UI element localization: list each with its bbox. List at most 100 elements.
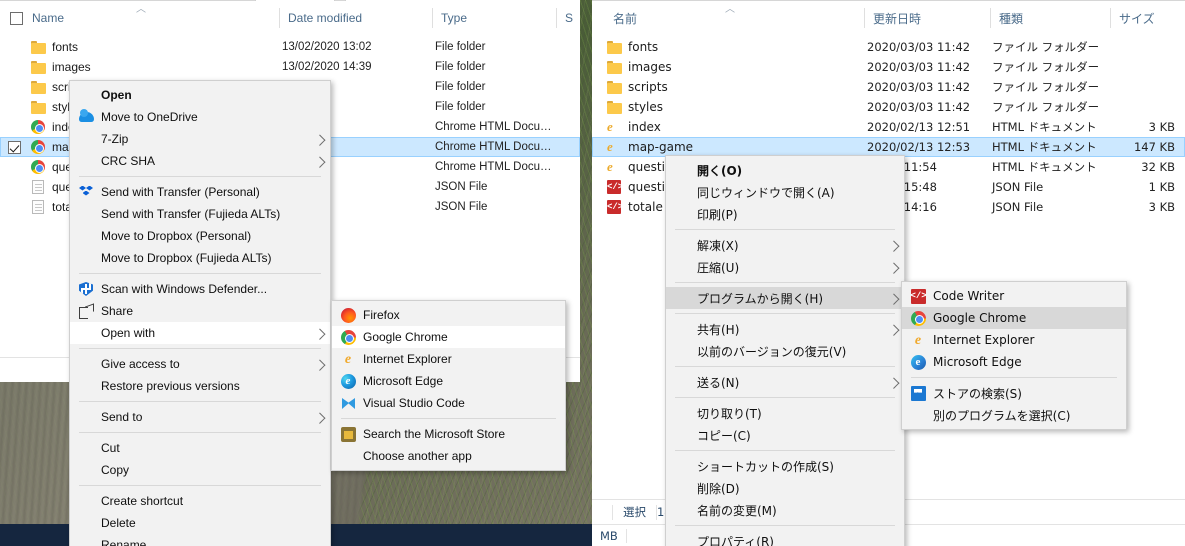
row-icon-cell — [28, 40, 48, 54]
folder-icon — [606, 100, 622, 114]
menu-item[interactable]: CRC SHA — [70, 150, 330, 172]
column-header-size[interactable]: S — [556, 1, 573, 35]
file-date-modified: 2020/03/03 11:42 — [867, 80, 971, 94]
menu-item[interactable]: コピー(C) — [666, 424, 904, 446]
menu-separator — [79, 485, 321, 486]
folder-icon — [606, 60, 622, 74]
menu-item-label: Move to Dropbox (Personal) — [101, 229, 252, 243]
chevron-right-icon — [314, 412, 326, 424]
row-icon-cell — [28, 200, 48, 214]
menu-item[interactable]: ストアの検索(S) — [902, 382, 1126, 404]
menu-item[interactable]: 解凍(X) — [666, 234, 904, 256]
menu-item[interactable]: Create shortcut — [70, 490, 330, 512]
menu-item[interactable]: e Microsoft Edge — [332, 370, 565, 392]
row-checkbox-cell[interactable] — [0, 140, 28, 154]
menu-item[interactable]: 別のプログラムを選択(C) — [902, 404, 1126, 426]
context-menu-english[interactable]: Open Move to OneDrive 7-Zip CRC SHA Send wit… — [69, 80, 331, 546]
column-header-type[interactable]: Type — [432, 1, 467, 35]
menu-item[interactable]: 名前の変更(M) — [666, 499, 904, 521]
menu-item[interactable]: Share — [70, 300, 330, 322]
menu-item-label: Choose another app — [363, 449, 472, 463]
menu-item[interactable]: Give access to — [70, 353, 330, 375]
chrome-icon — [31, 160, 45, 174]
row-icon-cell — [604, 40, 624, 54]
menu-item[interactable]: プロパティ(R) — [666, 530, 904, 546]
column-header-name[interactable]: Name — [23, 1, 64, 35]
menu-separator — [79, 348, 321, 349]
menu-item[interactable]: Visual Studio Code — [332, 392, 565, 414]
menu-item[interactable]: Move to Dropbox (Fujieda ALTs) — [70, 247, 330, 269]
menu-item[interactable]: Firefox — [332, 304, 565, 326]
ie-icon: e — [344, 351, 352, 367]
sort-ascending-caret-jp: ︿ — [725, 4, 735, 15]
table-row[interactable]: scripts 2020/03/03 11:42 ファイル フォルダー — [592, 77, 1185, 97]
menu-item[interactable]: e Microsoft Edge — [902, 351, 1126, 373]
table-row[interactable]: images 2020/03/03 11:42 ファイル フォルダー — [592, 57, 1185, 77]
menu-item[interactable]: Rename — [70, 534, 330, 546]
menu-item[interactable]: Send to — [70, 406, 330, 428]
menu-item[interactable]: ショートカットの作成(S) — [666, 455, 904, 477]
column-header-date-modified[interactable]: Date modified — [279, 1, 362, 35]
menu-item[interactable]: Send with Transfer (Fujieda ALTs) — [70, 203, 330, 225]
menu-item[interactable]: 印刷(P) — [666, 203, 904, 225]
menu-item[interactable]: 7-Zip — [70, 128, 330, 150]
menu-item[interactable]: Search the Microsoft Store — [332, 423, 565, 445]
file-date-modified: 2020/03/03 11:42 — [867, 100, 971, 114]
menu-item[interactable]: Choose another app — [332, 445, 565, 467]
menu-item[interactable]: Move to Dropbox (Personal) — [70, 225, 330, 247]
menu-item[interactable]: 送る(N) — [666, 371, 904, 393]
menu-item[interactable]: Move to OneDrive — [70, 106, 330, 128]
table-row[interactable]: e map-game 2020/02/13 12:53 HTML ドキュメント 147 … — [592, 137, 1185, 157]
menu-item[interactable]: 切り取り(T) — [666, 402, 904, 424]
menu-item-label: Visual Studio Code — [363, 396, 465, 410]
row-icon-cell — [28, 160, 48, 174]
open-with-submenu-japanese[interactable]: </> Code Writer Google Chrome e Internet Exp… — [901, 281, 1127, 430]
menu-item[interactable]: Restore previous versions — [70, 375, 330, 397]
table-row[interactable]: styles 2020/03/03 11:42 ファイル フォルダー — [592, 97, 1185, 117]
menu-item[interactable]: Google Chrome — [902, 307, 1126, 329]
menu-separator — [341, 418, 556, 419]
menu-item[interactable]: Send with Transfer (Personal) — [70, 181, 330, 203]
context-menu-japanese[interactable]: 開く(O) 同じウィンドウで開く(A) 印刷(P) 解凍(X) 圧縮(U) プログラムから… — [665, 155, 905, 546]
select-all-checkbox[interactable] — [10, 12, 23, 25]
menu-item[interactable]: Scan with Windows Defender... — [70, 278, 330, 300]
menu-item[interactable]: 圧縮(U) — [666, 256, 904, 278]
menu-item[interactable]: Google Chrome — [332, 326, 565, 348]
table-row[interactable]: fonts 2020/03/03 11:42 ファイル フォルダー — [592, 37, 1185, 57]
menu-item-label: Internet Explorer — [363, 352, 452, 366]
folder-icon — [606, 40, 622, 54]
edge-new-icon: e — [910, 354, 926, 370]
column-header-type-jp[interactable]: 種類 — [990, 1, 1023, 35]
menu-item[interactable]: 以前のバージョンの復元(V) — [666, 340, 904, 362]
menu-item-label: Google Chrome — [933, 311, 1027, 325]
row-icon-cell — [28, 80, 48, 94]
file-name: scripts — [628, 80, 668, 94]
column-header-size-jp[interactable]: サイズ — [1110, 1, 1155, 35]
menu-item[interactable]: 共有(H) — [666, 318, 904, 340]
menu-item[interactable]: 開く(O) — [666, 159, 904, 181]
menu-item-label: 印刷(P) — [697, 207, 738, 222]
menu-item[interactable]: Open — [70, 84, 330, 106]
menu-item[interactable]: 削除(D) — [666, 477, 904, 499]
table-row[interactable]: fonts 13/02/2020 13:02 File folder — [0, 37, 580, 57]
shield-icon — [78, 281, 94, 297]
open-with-submenu-english[interactable]: Firefox Google Chrome e Internet Explorer e M… — [331, 300, 566, 471]
menu-item[interactable]: </> Code Writer — [902, 285, 1126, 307]
menu-item[interactable]: e Internet Explorer — [332, 348, 565, 370]
menu-item[interactable]: Copy — [70, 459, 330, 481]
column-header-name-jp[interactable]: 名前 — [604, 1, 637, 35]
menu-item[interactable]: プログラムから開く(H) — [666, 287, 904, 309]
ie-icon: e — [607, 120, 623, 134]
column-header-date-modified-jp[interactable]: 更新日時 — [864, 1, 921, 35]
file-type: File folder — [435, 41, 486, 53]
menu-separator — [675, 397, 895, 398]
menu-item[interactable]: Cut — [70, 437, 330, 459]
table-row[interactable]: images 13/02/2020 14:39 File folder — [0, 57, 580, 77]
row-checkbox[interactable] — [7, 140, 21, 154]
row-icon-cell — [28, 100, 48, 114]
table-row[interactable]: e index 2020/02/13 12:51 HTML ドキュメント 3 KB — [592, 117, 1185, 137]
menu-item[interactable]: Open with — [70, 322, 330, 344]
menu-item[interactable]: Delete — [70, 512, 330, 534]
menu-item[interactable]: e Internet Explorer — [902, 329, 1126, 351]
menu-item[interactable]: 同じウィンドウで開く(A) — [666, 181, 904, 203]
